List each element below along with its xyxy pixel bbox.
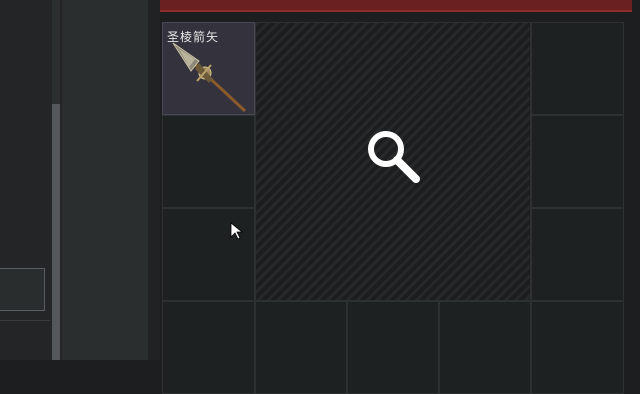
inventory-slot[interactable] bbox=[162, 301, 255, 394]
magnifier-icon[interactable] bbox=[364, 127, 424, 191]
inventory-slot[interactable] bbox=[531, 115, 624, 208]
inventory-slot[interactable] bbox=[162, 115, 255, 208]
left-scrollbar-thumb[interactable] bbox=[52, 104, 60, 360]
inventory-slot[interactable] bbox=[347, 301, 439, 394]
left-input-box[interactable] bbox=[0, 268, 45, 311]
middle-panel bbox=[62, 0, 150, 360]
inventory-slot[interactable] bbox=[531, 208, 624, 301]
item-inspect-area[interactable] bbox=[255, 22, 531, 301]
inventory-row bbox=[255, 301, 531, 394]
inventory-slot[interactable] bbox=[255, 301, 347, 394]
top-header-bar bbox=[160, 0, 632, 12]
inventory-slot[interactable] bbox=[531, 301, 624, 394]
mouse-cursor-icon bbox=[230, 222, 244, 244]
left-divider bbox=[0, 320, 50, 321]
inventory-slot[interactable] bbox=[439, 301, 531, 394]
panel-edge bbox=[148, 0, 160, 360]
inventory-grid: 圣棱箭矢 bbox=[162, 22, 624, 394]
arrow-item-icon bbox=[169, 41, 249, 117]
inventory-slot[interactable] bbox=[531, 22, 624, 115]
inventory-slot-item[interactable]: 圣棱箭矢 bbox=[162, 22, 255, 115]
